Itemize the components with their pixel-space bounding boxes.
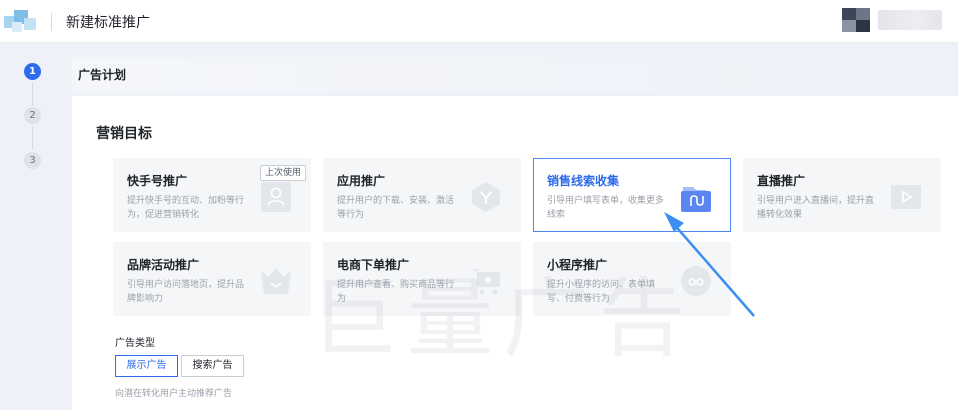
card-sales-leads[interactable]: 销售线索收集 引导用户填写表单，收集更多线索 <box>533 158 731 232</box>
mini-program-icon <box>681 266 711 296</box>
crown-icon <box>261 268 291 294</box>
card-kuaishou-promo[interactable]: 快手号推广 提升快手号的互动、加粉等行为，促进营销转化 上次使用 <box>113 158 311 232</box>
top-bar: 新建标准推广 <box>0 0 958 43</box>
page-title: 新建标准推广 <box>66 15 150 31</box>
cart-icon <box>472 269 500 295</box>
card-title: 应用推广 <box>337 174 386 188</box>
section-title: 广告计划 <box>78 68 127 82</box>
card-title: 快手号推广 <box>127 174 188 188</box>
card-ecommerce-promo[interactable]: 电商下单推广 提升用户查看、购买商品等行为 <box>323 242 521 316</box>
card-title: 小程序推广 <box>547 258 608 272</box>
step-2[interactable]: 2 <box>24 107 41 124</box>
card-desc: 引导用户进入直播间，提升直播转化效果 <box>757 196 875 220</box>
app-logo[interactable] <box>2 6 42 34</box>
card-desc: 引导用户填写表单，收集更多线索 <box>547 196 665 220</box>
card-title: 电商下单推广 <box>337 258 410 272</box>
step-connector <box>32 82 33 106</box>
user-icon <box>261 182 291 212</box>
step-3[interactable]: 3 <box>24 152 41 169</box>
marketing-panel: 营销目标 快手号推广 提升快手号的互动、加粉等行为，促进营销转化 上次使用 应用… <box>72 96 958 410</box>
section-header: 广告计划 <box>72 57 958 93</box>
card-title: 销售线索收集 <box>547 174 620 188</box>
app-icon <box>472 182 500 212</box>
card-app-promo[interactable]: 应用推广 提升用户的下载、安装、激活等行为 <box>323 158 521 232</box>
ad-type-label: 广告类型 <box>115 338 155 349</box>
card-live-promo[interactable]: 直播推广 引导用户进入直播间，提升直播转化效果 <box>743 158 941 232</box>
user-name-blurred[interactable] <box>878 10 942 30</box>
step-1[interactable]: 1 <box>24 63 41 80</box>
card-desc: 提升用户查看、购买商品等行为 <box>337 280 455 304</box>
card-desc: 提升用户的下载、安装、激活等行为 <box>337 196 455 220</box>
last-used-badge: 上次使用 <box>259 165 306 181</box>
header-divider <box>51 13 52 31</box>
card-desc: 提升快手号的互动、加粉等行为，促进营销转化 <box>127 196 245 220</box>
user-avatar[interactable] <box>842 8 870 32</box>
card-title: 品牌活动推广 <box>127 258 200 272</box>
play-icon <box>891 185 921 209</box>
display-ad-button[interactable]: 展示广告 <box>115 355 178 377</box>
step-connector <box>32 126 33 150</box>
card-miniprogram-promo[interactable]: 小程序推广 提升小程序的访问、表单填写、付费等行为 <box>533 242 731 316</box>
search-ad-button[interactable]: 搜索广告 <box>181 355 244 377</box>
card-brand-promo[interactable]: 品牌活动推广 引导用户访问落地页，提升品牌影响力 <box>113 242 311 316</box>
card-desc: 提升小程序的访问、表单填写、付费等行为 <box>547 280 656 304</box>
card-desc: 引导用户访问落地页，提升品牌影响力 <box>127 280 245 304</box>
ad-type-hint: 向潜在转化用户主动推荐广告 <box>115 389 233 399</box>
marketing-goal-title: 营销目标 <box>96 126 152 142</box>
card-title: 直播推广 <box>757 174 806 188</box>
folder-icon <box>681 187 711 212</box>
